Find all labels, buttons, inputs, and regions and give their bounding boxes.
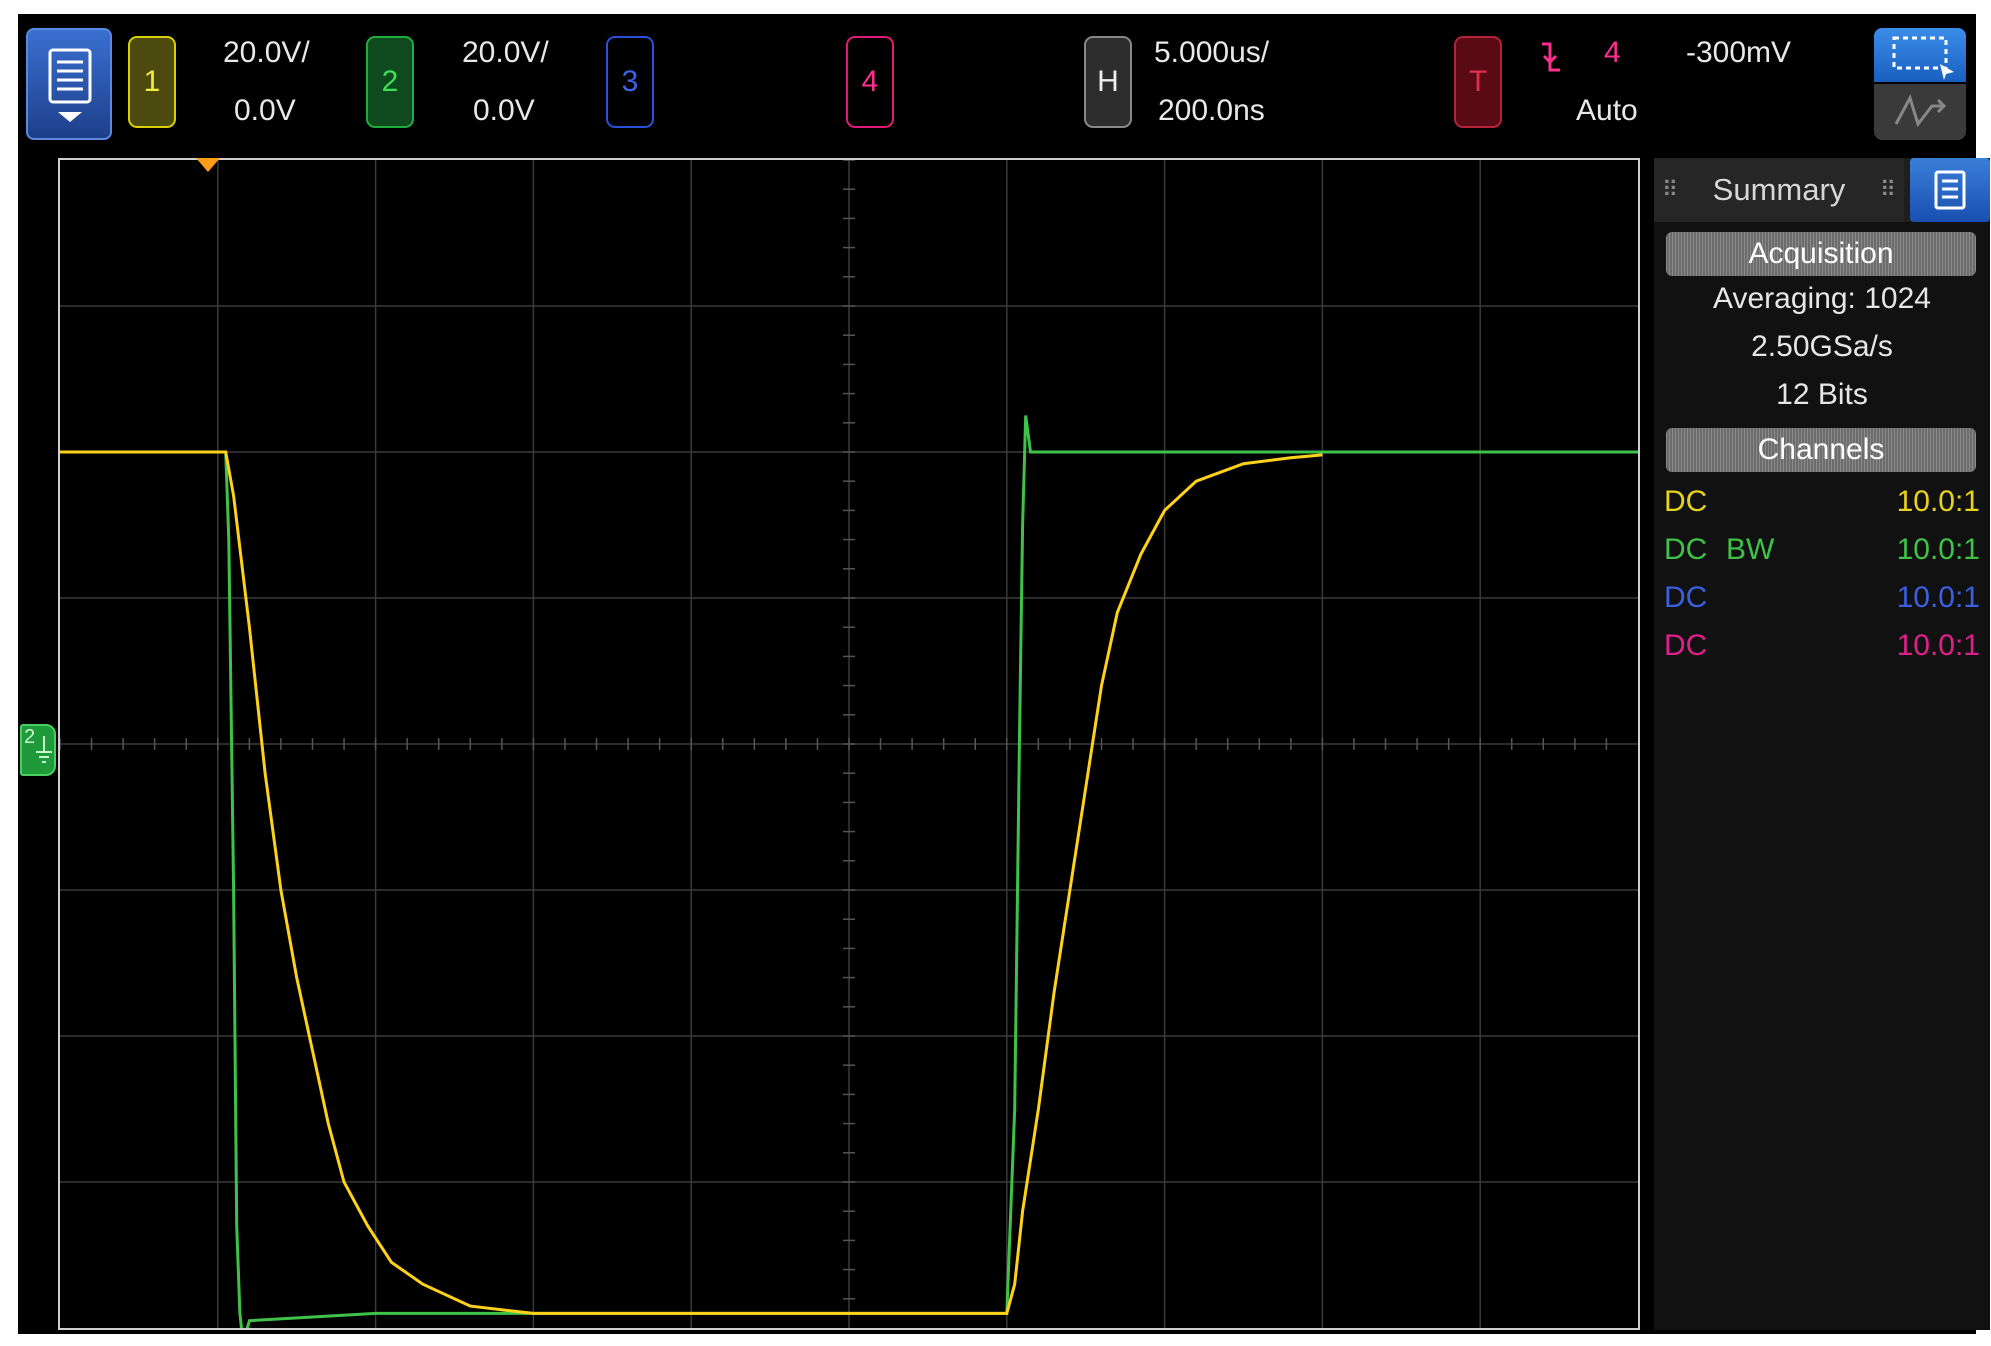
channel-4-button[interactable]: 4	[846, 36, 894, 128]
oscilloscope-screen: 1 20.0V/ 0.0V 2 20.0V/ 0.0V 3 4 H 5.000u…	[18, 14, 1990, 1334]
waveform-svg	[60, 160, 1638, 1328]
channel-2-probe-ratio: 10.0:1	[1896, 533, 1980, 566]
channel-2-offset: 0.0V	[473, 94, 535, 127]
horizontal-label: H	[1097, 65, 1119, 98]
channel-4-coupling: DC	[1664, 629, 1708, 662]
touch-trigger-button[interactable]	[1874, 84, 1966, 140]
summary-content: Acquisition Averaging: 1024 2.50GSa/s 12…	[1654, 222, 1990, 1330]
channel-3-button[interactable]: 3	[606, 36, 654, 128]
bits-value: 12 Bits	[1776, 378, 1868, 411]
channel-3-number: 3	[621, 65, 639, 98]
horizontal-button[interactable]: H	[1084, 36, 1132, 128]
graticule	[60, 160, 1638, 1328]
channel-1-offset: 0.0V	[234, 94, 296, 127]
channel-1-coupling: DC	[1664, 485, 1708, 518]
drag-handle-icon[interactable]: ⠿	[1662, 158, 1678, 222]
drag-handle-icon[interactable]: ⠿	[1880, 158, 1896, 222]
channel-1-scale: 20.0V/	[223, 36, 310, 69]
channel-2-bw: BW	[1726, 533, 1775, 566]
channel-2-number: 2	[381, 65, 399, 98]
channel-2-coupling: DC	[1664, 533, 1708, 566]
trigger-label: T	[1468, 65, 1488, 98]
channels-header: Channels	[1666, 428, 1976, 472]
channel-3-coupling: DC	[1664, 581, 1708, 614]
selection-box-icon	[1892, 36, 1954, 80]
channel-4-number: 4	[861, 65, 879, 98]
tab-summary[interactable]: ⠿ Summary ⠿	[1654, 158, 1904, 222]
panel-menu-button[interactable]	[1910, 158, 1990, 222]
channel-4-probe-ratio: 10.0:1	[1896, 629, 1980, 662]
trigger-level: -300mV	[1686, 36, 1792, 69]
horizontal-delay-value: 200.0ns	[1158, 94, 1265, 127]
main-menu-button[interactable]	[26, 28, 112, 140]
channel-2-summary-row: DC BW 10.0:1	[1664, 528, 1980, 572]
summary-panel: ⠿ Summary ⠿ Acquisition Averaging: 1024 …	[1654, 158, 1990, 1330]
trigger-mode: Auto	[1576, 94, 1638, 127]
channel-1-summary-row: DC 10.0:1	[1664, 480, 1980, 524]
channel-1-number: 1	[143, 65, 161, 98]
averaging-value: Averaging: 1024	[1713, 282, 1931, 315]
falling-edge-icon	[1542, 42, 1560, 72]
tab-summary-label: Summary	[1712, 172, 1846, 207]
touch-trigger-icon	[1894, 94, 1947, 128]
timebase-value: 5.000us/	[1154, 36, 1270, 69]
menu-icon	[48, 48, 92, 122]
channel-2-ground-marker[interactable]: 2	[20, 724, 56, 776]
channel-2-scale: 20.0V/	[462, 36, 549, 69]
sample-rate-value: 2.50GSa/s	[1751, 330, 1893, 363]
channel-4-summary-row: DC 10.0:1	[1664, 624, 1980, 668]
channel-1-probe-ratio: 10.0:1	[1896, 485, 1980, 518]
channel-3-probe-ratio: 10.0:1	[1896, 581, 1980, 614]
channel-3-summary-row: DC 10.0:1	[1664, 576, 1980, 620]
trigger-button[interactable]: T	[1454, 36, 1502, 128]
panel-list-icon	[1934, 170, 1966, 210]
channel-1-button[interactable]: 1	[128, 36, 176, 128]
trigger-source: 4	[1604, 36, 1621, 69]
acquisition-header: Acquisition	[1666, 232, 1976, 276]
trigger-position-marker	[196, 158, 220, 172]
channel-2-button[interactable]: 2	[366, 36, 414, 128]
ground-icon	[36, 736, 52, 763]
zoom-select-button[interactable]	[1874, 28, 1966, 82]
waveform-display[interactable]	[58, 158, 1640, 1330]
